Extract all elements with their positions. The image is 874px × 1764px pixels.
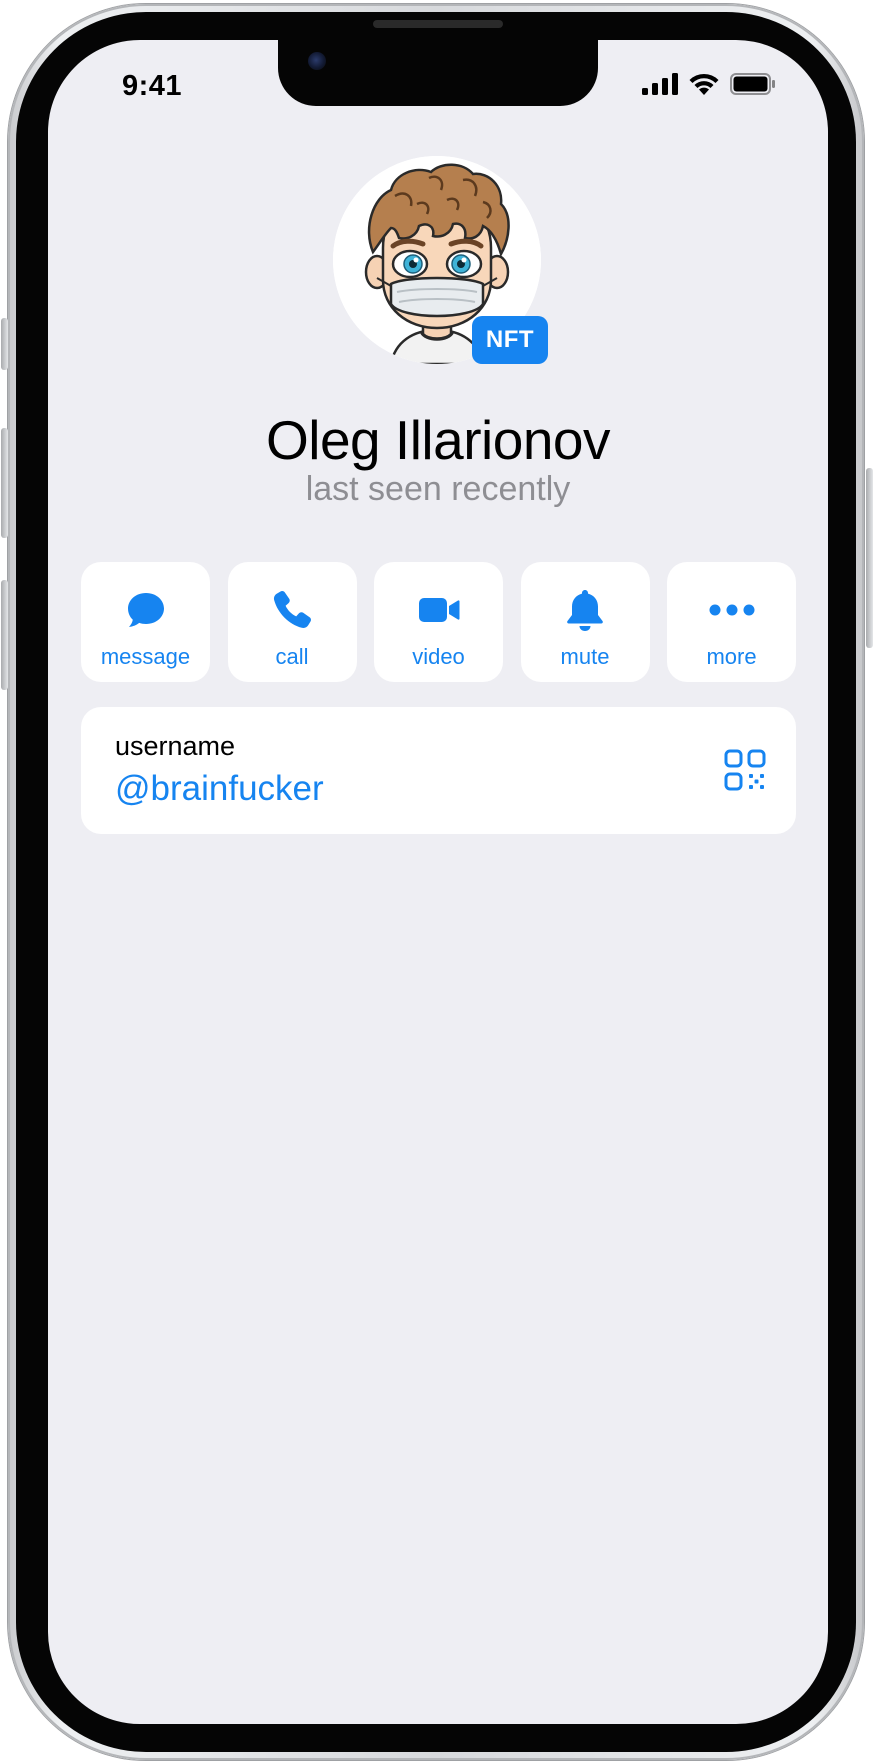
call-button[interactable]: call [227,562,357,682]
profile-name: Oleg Illarionov [265,409,611,471]
video-button[interactable]: video [374,562,503,682]
status-time: 9:41 [122,70,183,102]
battery-icon [730,73,775,95]
status-icons [642,72,776,96]
username-value[interactable]: @brainfucker [115,769,324,809]
video-camera-icon [418,598,459,622]
front-camera [308,52,326,70]
qr-code-button[interactable] [724,749,766,791]
video-button-label: video [412,644,465,669]
cellular-signal-icon [642,73,678,95]
bell-icon [567,590,603,631]
volume-up-button [1,428,8,538]
username-info-card[interactable]: username @brainfucker [81,707,796,834]
profile-last-seen-status: last seen recently [305,470,571,508]
volume-down-button [1,580,8,690]
more-button[interactable]: more [667,562,796,682]
screen: 9:41 NFT Oleg Illarionov last seen recen… [48,40,828,1724]
mute-button[interactable]: mute [520,562,650,682]
ellipsis-icon [709,604,754,616]
phone-icon [273,591,311,629]
mute-switch [1,318,8,370]
power-button [866,468,873,648]
mute-button-label: mute [560,644,610,669]
call-button-label: call [275,644,309,669]
wifi-icon [689,73,719,95]
nft-badge[interactable]: NFT [472,316,548,364]
chat-bubble-icon [127,593,164,627]
message-button[interactable]: message [81,562,210,682]
more-button-label: more [706,644,757,669]
action-buttons-row: message call video mute more [81,562,796,682]
qr-code-icon [724,749,766,791]
earpiece-speaker [373,20,503,28]
username-label: username [115,731,236,761]
message-button-label: message [100,644,191,669]
notch [278,40,598,106]
